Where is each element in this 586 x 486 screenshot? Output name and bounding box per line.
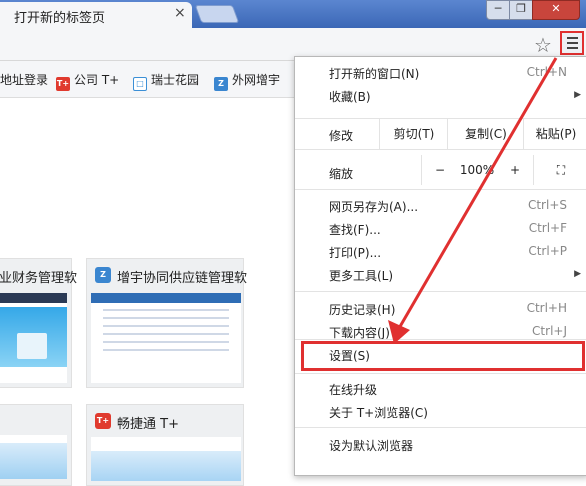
menu-online-upgrade[interactable]: 在线升级	[329, 381, 377, 398]
tile-title: 畅捷通 T+	[117, 417, 179, 432]
new-tab-button[interactable]	[194, 5, 240, 23]
submenu-arrow-icon: ▶	[574, 269, 581, 279]
menu-favorites[interactable]: 收藏(B)	[329, 88, 371, 105]
bookmark-label: 公司 T+	[74, 73, 120, 87]
bookmark-address-login[interactable]: 地址登录	[0, 71, 48, 88]
menu-separator	[295, 291, 586, 292]
menu-more-tools[interactable]: 更多工具(L)	[329, 267, 393, 284]
tplus-icon: T+	[95, 413, 111, 429]
zoom-level: 100%	[459, 163, 495, 177]
menu-about[interactable]: 关于 T+浏览器(C)	[329, 404, 428, 421]
tab-title: 打开新的标签页	[14, 11, 106, 26]
tab-strip: 打开新的标签页 × ─ ❐ ✕	[0, 0, 586, 28]
menu-edit-label: 修改	[329, 129, 354, 143]
tile-thumbnail	[91, 437, 241, 481]
bookmark-star-icon[interactable]: ☆	[534, 33, 552, 57]
bookmark-label: 地址登录	[0, 73, 49, 87]
shortcut-print: Ctrl+P	[528, 244, 567, 258]
menu-print[interactable]: 打印(P)...	[329, 244, 381, 261]
fullscreen-icon[interactable]: ⛶	[533, 155, 586, 185]
shortcut-downloads: Ctrl+J	[532, 324, 567, 338]
menu-cut[interactable]: 剪切(T)	[379, 119, 448, 149]
shortcut-save-as: Ctrl+S	[527, 198, 567, 212]
bookmark-company-tplus[interactable]: T+ 公司 T+	[56, 71, 119, 91]
menu-new-window[interactable]: 打开新的窗口(N)	[329, 65, 419, 82]
menu-save-as[interactable]: 网页另存为(A)...	[329, 198, 418, 215]
tile-zengyu-scm[interactable]: Z 增宇协同供应链管理软	[86, 258, 248, 388]
zengyu-icon: Z	[95, 267, 111, 283]
tab-new-tab-page[interactable]: 打开新的标签页 ×	[0, 2, 192, 28]
maximize-button[interactable]: ❐	[509, 0, 533, 20]
menu-separator	[295, 373, 586, 374]
menu-set-default[interactable]: 设为默认浏览器	[329, 437, 413, 454]
menu-zoom-label: 缩放	[329, 167, 354, 181]
tile-finance[interactable]: 业财务管理软	[0, 258, 77, 388]
browser-menu: 打开新的窗口(N) Ctrl+N 收藏(B) ▶ 修改 剪切(T) 复制(C) …	[294, 56, 586, 476]
tile-thumbnail	[0, 293, 67, 383]
page-icon: □	[133, 77, 147, 91]
menu-separator	[295, 339, 586, 340]
settings-highlight-box	[301, 341, 585, 371]
shortcut-find: Ctrl+F	[528, 221, 567, 235]
menu-history[interactable]: 历史记录(H)	[329, 301, 395, 318]
tab-close-icon[interactable]: ×	[174, 5, 186, 21]
menu-icon-line	[567, 47, 578, 49]
menu-button[interactable]	[560, 31, 584, 55]
bookmark-label: 外网增宇	[232, 73, 281, 87]
menu-icon-line	[567, 42, 578, 44]
menu-find[interactable]: 查找(F)...	[329, 221, 381, 238]
zoom-out-button[interactable]: −	[421, 155, 458, 185]
bookmark-swiss-garden[interactable]: □ 瑞士花园	[133, 71, 199, 91]
shortcut-new-window: Ctrl+N	[526, 65, 567, 79]
bookmark-label: 瑞士花园	[151, 73, 200, 87]
tile-title: 增宇协同供应链管理软	[117, 271, 248, 286]
menu-icon	[567, 37, 578, 39]
zengyu-icon: Z	[214, 77, 228, 91]
bookmark-external-zengyu[interactable]: Z 外网增宇	[214, 71, 280, 91]
menu-separator	[295, 149, 586, 150]
tplus-icon: T+	[56, 77, 70, 91]
close-window-button[interactable]: ✕	[532, 0, 580, 20]
menu-separator	[295, 427, 586, 428]
tile-title: 业财务管理软	[0, 271, 78, 286]
minimize-button[interactable]: ─	[486, 0, 510, 20]
tile-thumbnail	[91, 293, 241, 383]
tile-thumbnail	[0, 435, 67, 479]
menu-separator	[295, 189, 586, 190]
zoom-in-button[interactable]: +	[497, 155, 533, 185]
shortcut-history: Ctrl+H	[526, 301, 567, 315]
submenu-arrow-icon: ▶	[574, 90, 581, 100]
menu-paste[interactable]: 粘贴(P)	[523, 119, 586, 149]
menu-copy[interactable]: 复制(C)	[447, 119, 524, 149]
